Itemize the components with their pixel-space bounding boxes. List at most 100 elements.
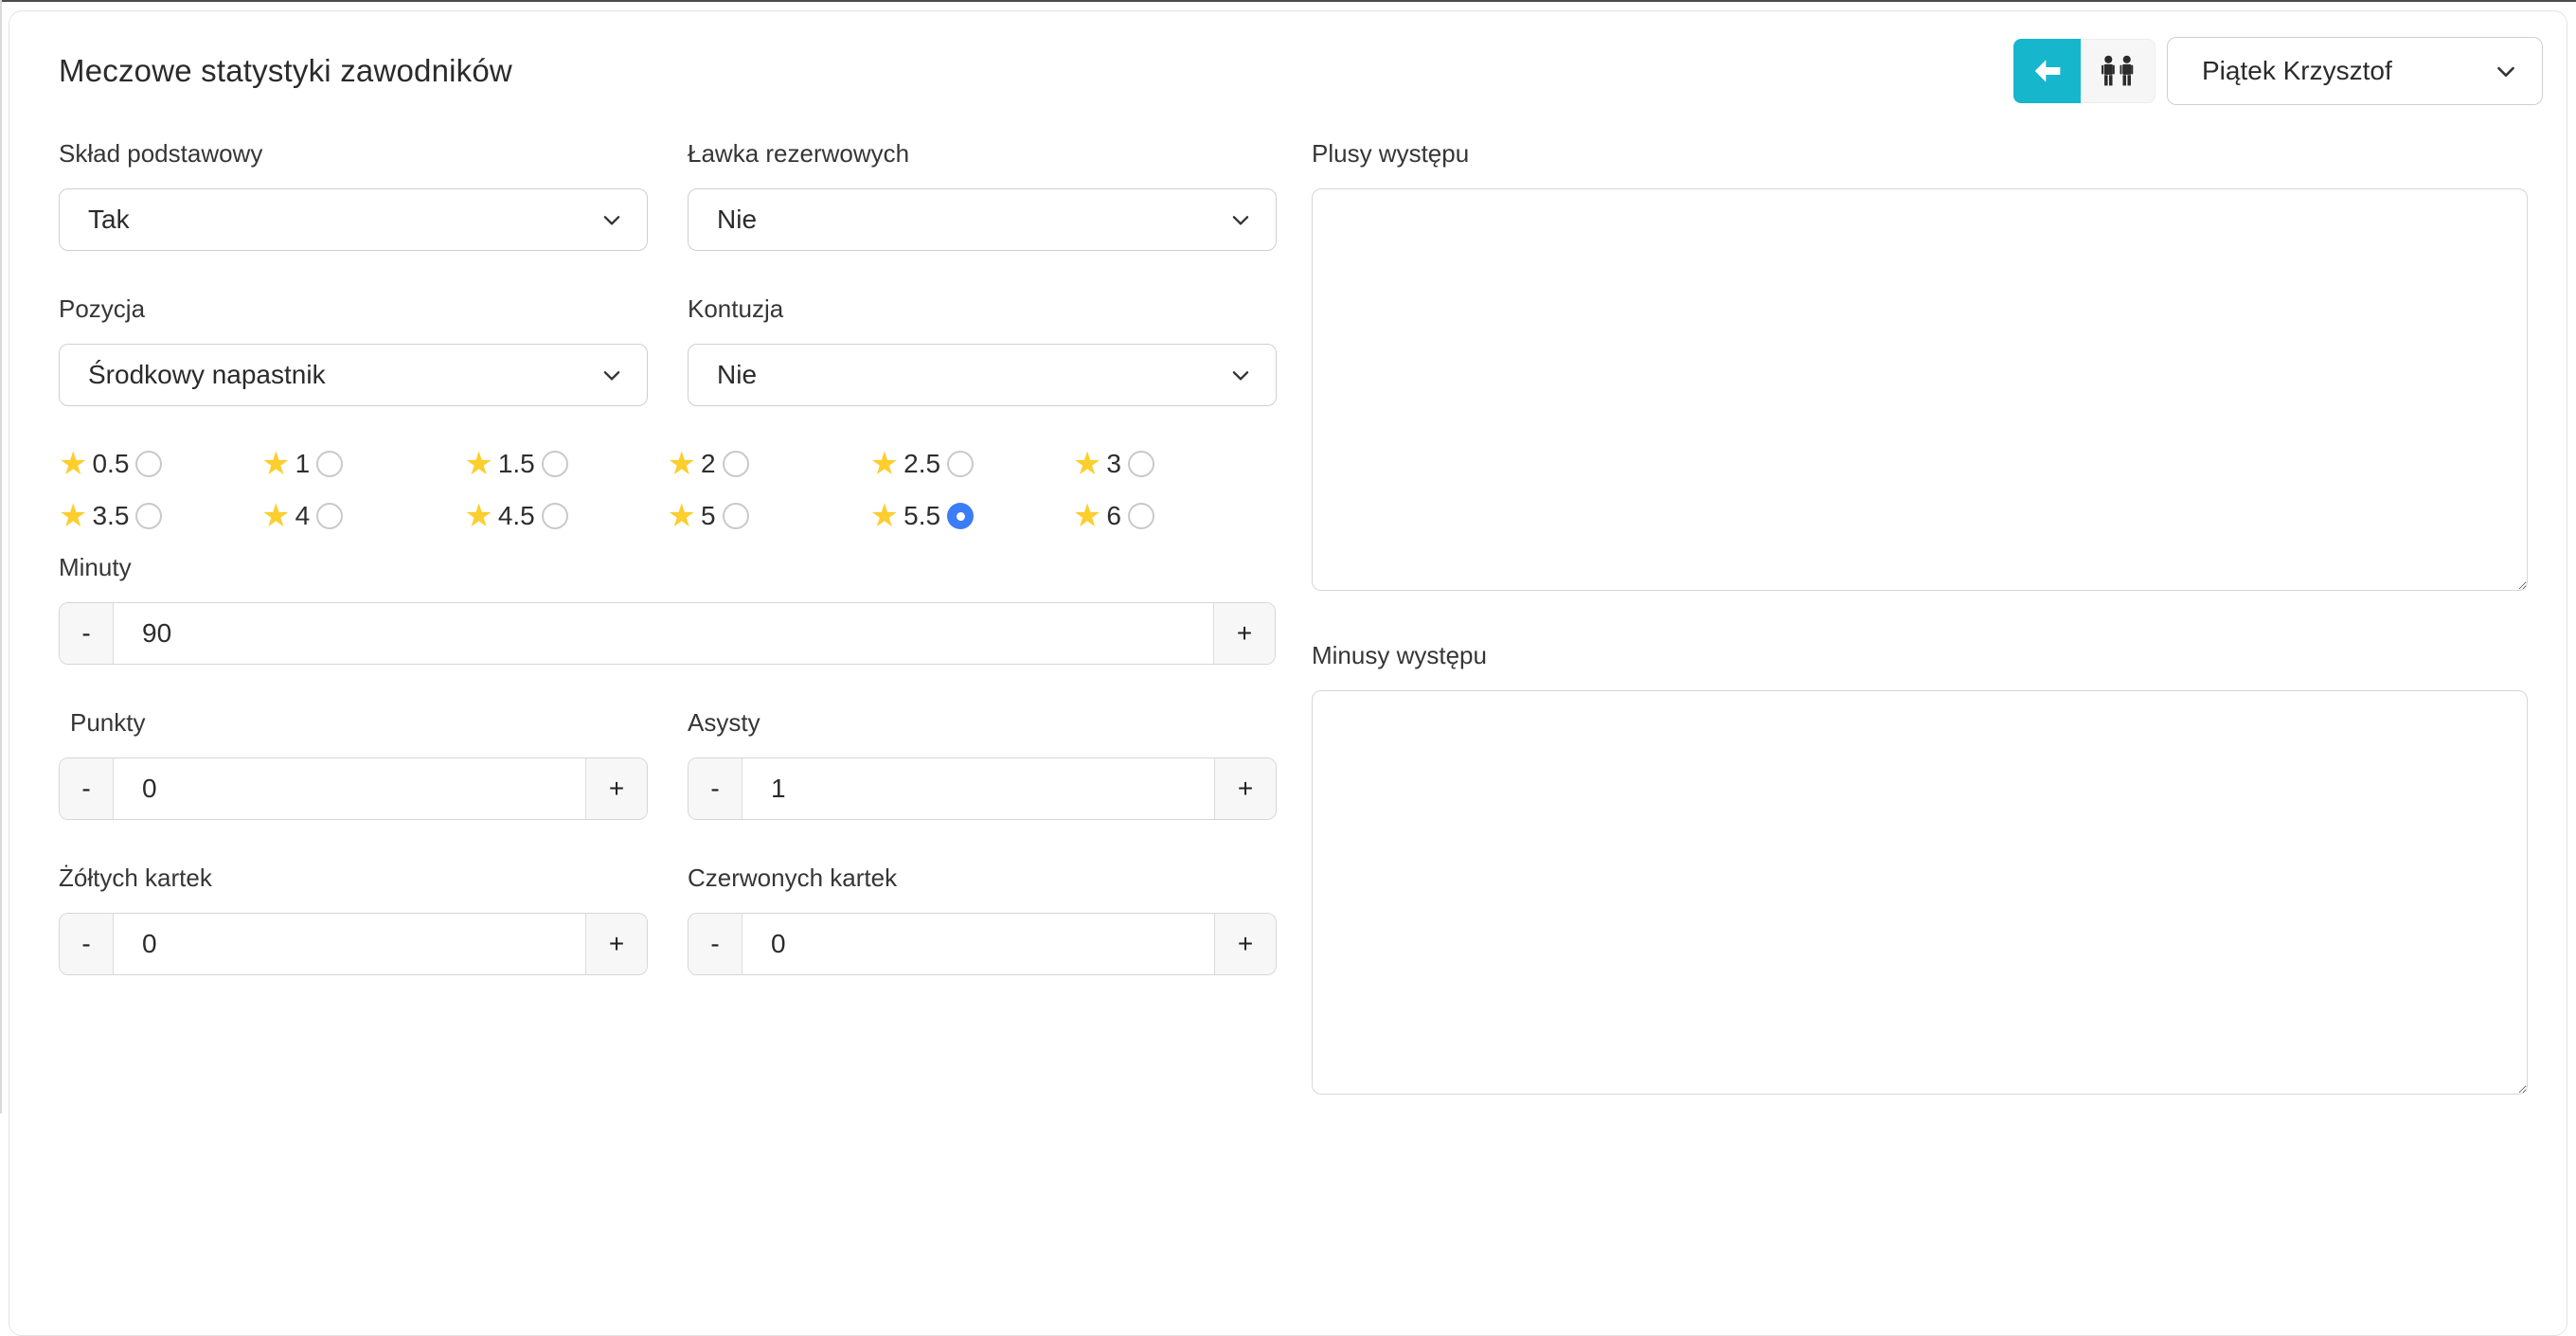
- rating-option-label: 2.5: [903, 449, 940, 479]
- card-header: Meczowe statystyki zawodników: [59, 37, 2543, 105]
- sklad-podstawowy-label: Skład podstawowy: [59, 139, 648, 168]
- two-people-icon: [2096, 53, 2139, 89]
- header-controls: Piątek Krzysztof: [2013, 37, 2543, 105]
- rating-option-label: 2: [701, 449, 716, 479]
- page-title: Meczowe statystyki zawodników: [59, 53, 512, 89]
- rating-radio[interactable]: [316, 503, 343, 529]
- kontuzja-value: Nie: [717, 360, 1228, 390]
- rating-option-5_5[interactable]: ★ 5.5: [870, 500, 1073, 532]
- czerwonych-kartek-decrement-button[interactable]: -: [689, 914, 742, 974]
- minuty-decrement-button[interactable]: -: [60, 603, 114, 664]
- sklad-podstawowy-select[interactable]: Tak: [59, 188, 648, 251]
- star-icon: ★: [1073, 450, 1101, 478]
- rating-option-3[interactable]: ★ 3: [1073, 448, 1276, 480]
- rating-option-0_5[interactable]: ★ 0.5: [59, 448, 261, 480]
- header-button-group: [2013, 39, 2156, 103]
- star-icon: ★: [1073, 502, 1101, 530]
- minusy-wystepu-textarea[interactable]: [1312, 690, 2528, 1095]
- czerwonych-kartek-increment-button[interactable]: +: [1214, 914, 1276, 974]
- arrow-left-icon: [2029, 52, 2066, 90]
- star-icon: ★: [464, 502, 492, 530]
- rating-radio[interactable]: [316, 451, 343, 477]
- rating-option-label: 5: [701, 501, 716, 531]
- pozycja-label: Pozycja: [59, 294, 648, 323]
- star-icon: ★: [59, 450, 87, 478]
- rating-radio[interactable]: [542, 503, 568, 529]
- chevron-down-icon: [599, 207, 624, 232]
- asysty-input[interactable]: [742, 758, 1214, 819]
- minusy-wystepu-label: Minusy występu: [1312, 641, 2528, 669]
- punkty-increment-button[interactable]: +: [585, 758, 647, 819]
- rating-option-label: 6: [1106, 501, 1121, 531]
- rating-radio[interactable]: [135, 451, 162, 477]
- rating-radio[interactable]: [947, 503, 974, 529]
- punkty-input[interactable]: [114, 758, 585, 819]
- players-button[interactable]: [2081, 39, 2156, 103]
- rating-option-label: 4: [295, 501, 311, 531]
- rating-radio[interactable]: [1128, 451, 1154, 477]
- punkty-label: Punkty: [70, 708, 648, 737]
- kontuzja-select[interactable]: Nie: [688, 344, 1277, 406]
- right-column: Plusy występu Minusy występu: [1312, 139, 2528, 1099]
- zoltych-kartek-input[interactable]: [114, 914, 585, 974]
- chevron-down-icon: [1228, 363, 1253, 387]
- asysty-decrement-button[interactable]: -: [689, 758, 742, 819]
- player-select[interactable]: Piątek Krzysztof: [2167, 37, 2543, 105]
- star-icon: ★: [464, 450, 492, 478]
- chevron-down-icon: [1228, 207, 1253, 232]
- zoltych-kartek-decrement-button[interactable]: -: [60, 914, 114, 974]
- rating-option-6[interactable]: ★ 6: [1073, 500, 1276, 532]
- lawka-rezerwowych-value: Nie: [717, 205, 1228, 235]
- rating-option-label: 1: [295, 449, 311, 479]
- rating-option-label: 5.5: [903, 501, 940, 531]
- rating-radio[interactable]: [723, 451, 749, 477]
- rating-option-4_5[interactable]: ★ 4.5: [464, 500, 667, 532]
- pozycja-value: Środkowy napastnik: [88, 360, 599, 390]
- rating-option-label: 3: [1106, 449, 1121, 479]
- asysty-label: Asysty: [688, 708, 1277, 737]
- screenshot-left-edge: [0, 0, 2, 1113]
- minuty-input[interactable]: [114, 603, 1213, 664]
- minuty-increment-button[interactable]: +: [1213, 603, 1275, 664]
- zoltych-kartek-increment-button[interactable]: +: [585, 914, 647, 974]
- rating-option-1[interactable]: ★ 1: [261, 448, 464, 480]
- rating-radio[interactable]: [1128, 503, 1154, 529]
- rating-option-2_5[interactable]: ★ 2.5: [870, 448, 1073, 480]
- rating-option-label: 1.5: [498, 449, 535, 479]
- rating-option-5[interactable]: ★ 5: [668, 500, 870, 532]
- star-icon: ★: [261, 450, 290, 478]
- rating-radio[interactable]: [947, 451, 974, 477]
- minuty-label: Minuty: [59, 553, 1276, 581]
- rating-radio[interactable]: [723, 503, 749, 529]
- player-select-value: Piątek Krzysztof: [2202, 56, 2493, 86]
- star-icon: ★: [668, 502, 696, 530]
- rating-option-label: 0.5: [92, 449, 129, 479]
- star-icon: ★: [668, 450, 696, 478]
- star-icon: ★: [870, 502, 899, 530]
- star-icon: ★: [59, 502, 87, 530]
- plusy-wystepu-textarea[interactable]: [1312, 188, 2528, 591]
- form-content: Skład podstawowy Tak Ławka rezerwowych N…: [59, 139, 2524, 1099]
- czerwonych-kartek-input[interactable]: [742, 914, 1214, 974]
- kontuzja-label: Kontuzja: [688, 294, 1277, 323]
- sklad-podstawowy-value: Tak: [88, 205, 599, 235]
- rating-option-1_5[interactable]: ★ 1.5: [464, 448, 667, 480]
- rating-radio[interactable]: [542, 451, 568, 477]
- punkty-decrement-button[interactable]: -: [60, 758, 114, 819]
- rating-option-3_5[interactable]: ★ 3.5: [59, 500, 261, 532]
- back-button[interactable]: [2013, 39, 2081, 103]
- chevron-down-icon: [2493, 58, 2519, 84]
- pozycja-select[interactable]: Środkowy napastnik: [59, 344, 648, 406]
- czerwonych-kartek-label: Czerwonych kartek: [688, 864, 1277, 892]
- star-icon: ★: [261, 502, 290, 530]
- screenshot-top-edge: [0, 0, 2576, 2]
- asysty-increment-button[interactable]: +: [1214, 758, 1276, 819]
- rating-option-2[interactable]: ★ 2: [668, 448, 870, 480]
- zoltych-kartek-stepper: - +: [59, 913, 648, 975]
- rating-option-4[interactable]: ★ 4: [261, 500, 464, 532]
- rating-radio[interactable]: [135, 503, 162, 529]
- star-icon: ★: [870, 450, 899, 478]
- zoltych-kartek-label: Żółtych kartek: [59, 864, 648, 892]
- lawka-rezerwowych-select[interactable]: Nie: [688, 188, 1277, 251]
- minuty-stepper: - +: [59, 602, 1276, 665]
